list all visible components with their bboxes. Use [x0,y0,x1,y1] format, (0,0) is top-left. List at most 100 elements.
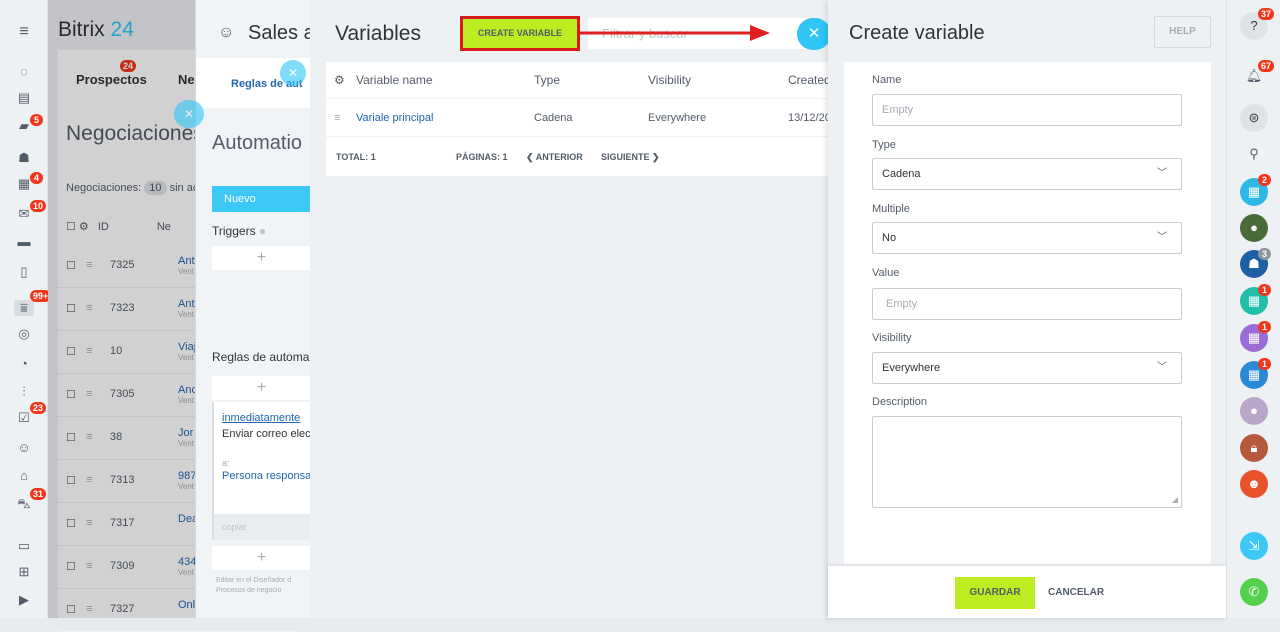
save-button[interactable]: GUARDAR [955,577,1035,609]
activity-icon[interactable]: ◌ [14,64,34,80]
right-bar: ? 37 🔔︎ 67 ⊜ ⚲ ▦ 2 ● ☗ 3 ▦ 1 ▦ 1 ▦ 1 ● 🔒… [1226,0,1280,618]
video-icon[interactable]: ▶ [14,592,34,608]
rule-to: a: [222,458,230,468]
calendar-badge: 4 [30,172,43,184]
robot-icon: ☺ [218,24,235,41]
multiple-select[interactable]: No ﹀ [872,222,1182,254]
bell-badge: 67 [1258,60,1275,72]
designer-link[interactable]: Editar en el Diseñador d Procesos de neg… [216,576,306,596]
tasks-badge: 23 [30,402,47,414]
cancel-button[interactable]: CANCELAR [1048,577,1104,609]
variables-panel: Variables ⚙ Variable name Type Visibilit… [310,0,838,618]
clock-icon[interactable]: ◔ [14,356,34,372]
analytics-icon[interactable]: ⫶ [14,384,34,400]
add-rule-button-2[interactable]: + [212,546,311,570]
value-input[interactable]: Empty [872,288,1182,320]
column-type[interactable]: Type [534,62,560,98]
create-variable-button[interactable]: CREATE VARIABLE [460,16,580,51]
name-label: Name [872,74,902,86]
visibility-label: Visibility [872,332,912,344]
multiple-label: Multiple [872,203,910,215]
create-variable-title: Create variable [849,22,985,44]
variable-name-cell[interactable]: Variale principal [356,110,433,126]
description-label: Description [872,396,928,408]
exit-icon[interactable]: ⇲ [1240,532,1268,560]
search-icon[interactable]: ⚲ [1240,140,1268,168]
add-trigger-button[interactable]: + [212,246,311,270]
groups-icon[interactable]: ☗ [14,150,34,166]
rule-action: Enviar correo elec [222,428,311,440]
feed-icon[interactable]: ▤ [14,90,34,106]
column-variable-name[interactable]: Variable name [356,62,433,98]
form-footer: GUARDAR CANCELAR [828,566,1226,618]
pages-label: PÁGINAS: 1 [456,152,508,162]
chevron-down-icon: ﹀ [1157,362,1167,373]
calendar-chat-badge-3: 1 [1258,321,1271,333]
rule-when[interactable]: inmediatamente [222,412,300,424]
close-slider-icon[interactable]: ✕ [797,18,831,50]
docs-icon[interactable]: ▯ [14,264,34,280]
user-icon[interactable]: ☻ [1240,470,1268,498]
help-badge: 37 [1258,8,1275,20]
window-icon[interactable]: ▭ [14,538,34,554]
close-icon-2[interactable]: ✕ [174,100,204,128]
resize-handle-icon[interactable]: ◢ [1172,496,1178,504]
divider [326,98,828,99]
calendar-chat-badge: 2 [1258,174,1271,186]
rule-card[interactable]: inmediatamente Enviar correo elec a: Per… [212,402,311,540]
total-label: TOTAL: 1 [336,152,376,162]
nuevo-button[interactable]: Nuevo [212,186,311,212]
variable-created-cell: 13/12/20 [788,112,828,124]
rule-person[interactable]: Persona responsa [222,470,311,482]
calendar-chat-badge-2: 1 [1258,284,1271,296]
visibility-select[interactable]: Everywhere ﹀ [872,352,1182,384]
variables-grid: ⚙ Variable name Type Visibility Created … [326,62,838,176]
sales-automation-panel: ☺ Sales a Reglas de aut ✕ ✕ Automatio Nu… [174,0,315,618]
chevron-down-icon: ﹀ [1157,232,1167,243]
variable-type-cell: Cadena [534,112,573,124]
type-select[interactable]: Cadena ﹀ [872,158,1182,190]
target-icon[interactable]: ◎ [14,326,34,342]
copy-button[interactable]: copiar [214,514,311,540]
column-visibility[interactable]: Visibility [648,62,691,98]
settings-icon[interactable]: ⚙ [334,62,345,98]
help-button[interactable]: HELP [1154,16,1211,48]
cart-badge: 31 [30,488,47,500]
divider [326,136,828,137]
create-variable-panel: Create variable HELP Name Empty Type Cad… [828,0,1226,618]
avatar-2[interactable]: ● [1240,397,1268,425]
chevron-down-icon: ﹀ [1157,168,1167,179]
arrow-annotation-icon [580,25,770,41]
chat-badge: 5 [30,114,43,126]
left-navigation: ≡ ◌ ▤ ▰ 5 ☗ ▦ 4 ✉ 10 ▬ ▯ ⩸ 99+ ◎ ◔ ⫶ ☑ 2… [0,0,52,618]
sales-title: Sales a [248,22,315,44]
calendar-chat-badge-4: 1 [1258,358,1271,370]
name-input[interactable]: Empty [872,94,1182,126]
mail-badge: 10 [30,200,47,212]
type-label: Type [872,139,896,151]
create-variable-form: Name Empty Type Cadena ﹀ Multiple No ﹀ Val… [844,62,1211,564]
prev-page-link[interactable]: ❮ ANTERIOR [526,150,583,164]
drive-icon[interactable]: ▬ [14,234,34,250]
value-label: Value [872,267,900,279]
menu-icon[interactable]: ≡ [14,24,34,40]
crm-icon[interactable]: ⩸ [14,300,34,316]
robot-icon[interactable]: ☺ [14,440,34,456]
group-chat-badge: 3 [1258,248,1271,260]
next-page-link[interactable]: SIGUIENTE ❯ [601,150,660,164]
reglas-label: Reglas de automa [212,350,310,364]
lock-icon[interactable]: 🔒︎ [1240,434,1268,462]
close-icon[interactable]: ✕ [280,60,306,86]
store-icon[interactable]: ⌂ [14,468,34,484]
chat-search-icon[interactable]: ⊜ [1240,104,1268,132]
avatar[interactable]: ● [1240,214,1268,242]
description-textarea[interactable]: ◢ [872,416,1182,508]
variable-visibility-cell: Everywhere [648,112,707,124]
phone-icon[interactable]: ✆ [1240,578,1268,606]
automation-title: Automatio [212,132,303,154]
add-rule-button[interactable]: + [212,376,311,400]
drag-handle-icon[interactable]: ≡ [334,110,340,126]
triggers-label: Triggers ● [212,224,267,238]
apps-icon[interactable]: ⊞ [14,564,34,580]
column-created[interactable]: Created [788,62,828,98]
